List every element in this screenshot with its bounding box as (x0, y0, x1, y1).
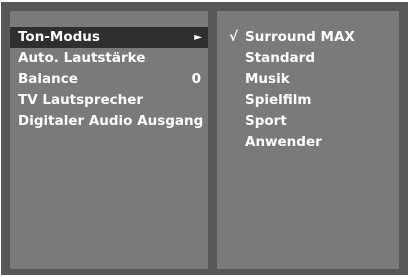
menu-item-ton-modus[interactable]: Ton-Modus ► (10, 27, 208, 48)
menu-item-label: Ton-Modus (18, 29, 100, 45)
audio-menu-panel: Ton-Modus ► Auto. Lautstärke Balance 0 T… (10, 11, 208, 269)
menu-item-label: Digitaler Audio Ausgang (18, 113, 204, 129)
ton-modus-submenu-panel: √ Surround MAX Standard Musik Spielfilm S… (217, 11, 399, 269)
option-label: Spielfilm (245, 92, 312, 108)
option-label: Standard (245, 50, 315, 66)
option-label: Musik (245, 71, 290, 87)
option-standard[interactable]: Standard (217, 48, 315, 69)
menu-item-auto-lautstaerke[interactable]: Auto. Lautstärke (10, 48, 208, 69)
arrow-right-icon: ► (194, 32, 202, 43)
option-label: Surround MAX (245, 29, 355, 45)
option-spielfilm[interactable]: Spielfilm (217, 90, 312, 111)
menu-item-label: TV Lautsprecher (18, 92, 144, 108)
option-anwender[interactable]: Anwender (217, 132, 322, 153)
option-musik[interactable]: Musik (217, 69, 290, 90)
option-label: Sport (245, 113, 287, 129)
option-label: Anwender (245, 134, 322, 150)
menu-item-tv-lautsprecher[interactable]: TV Lautsprecher (10, 90, 208, 111)
option-surround-max[interactable]: √ Surround MAX (217, 27, 355, 48)
menu-item-label: Auto. Lautstärke (18, 50, 146, 66)
balance-value: 0 (191, 71, 201, 87)
menu-item-label: Balance (18, 71, 78, 87)
check-icon: √ (229, 29, 239, 45)
menu-item-balance[interactable]: Balance 0 (10, 69, 208, 90)
menu-item-digitaler-audio-ausgang[interactable]: Digitaler Audio Ausgang (10, 111, 208, 132)
option-sport[interactable]: Sport (217, 111, 287, 132)
tv-menu-screen: Ton-Modus ► Auto. Lautstärke Balance 0 T… (1, 2, 408, 275)
